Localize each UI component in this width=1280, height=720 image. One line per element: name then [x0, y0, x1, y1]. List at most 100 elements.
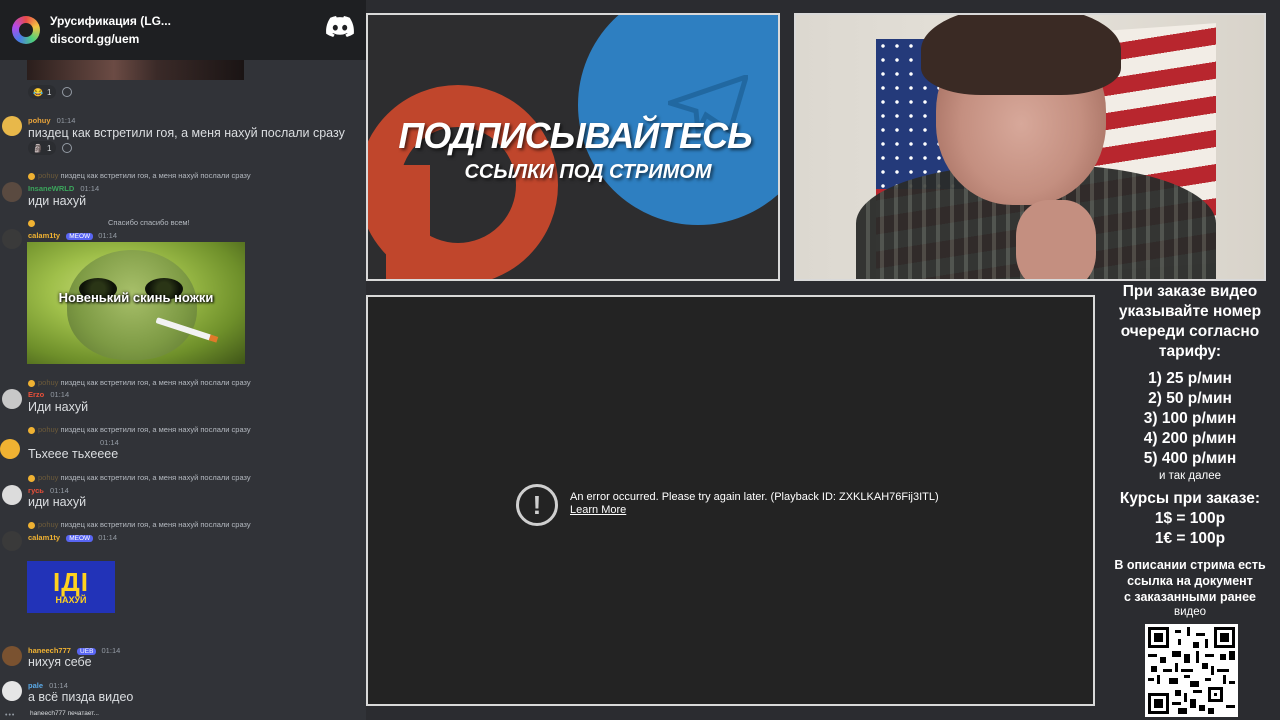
server-invite-link[interactable]: discord.gg/uem — [50, 32, 171, 46]
error-icon: ! — [516, 484, 558, 526]
stream-layout: Урусификация (LG... discord.gg/uem 😂 1 p… — [0, 0, 1280, 720]
timestamp: 01:14 — [56, 116, 76, 125]
timestamp: 01:14 — [98, 533, 118, 542]
timestamp: 01:14 — [50, 390, 70, 399]
message-meta: Erzo 01:14 — [28, 390, 69, 399]
reaction-emoji: 🗿 — [33, 143, 43, 153]
username[interactable]: pale — [28, 681, 43, 690]
idi-nahuy-sticker[interactable]: ІДІ НАХУЙ — [27, 561, 115, 613]
course-line: 1$ = 100р — [1154, 510, 1226, 527]
timestamp: 01:14 — [98, 231, 118, 240]
user-tag: UEB — [77, 648, 97, 655]
message-text: Иди нахуй — [28, 400, 89, 414]
typing-indicator: haneech777 печатает... — [30, 710, 99, 717]
avatar[interactable] — [2, 389, 22, 409]
message-meta: calam1ty MEOW 01:14 — [28, 231, 117, 240]
avatar[interactable] — [2, 485, 22, 505]
reply-text: пиздец как встретили гоя, а меня нахуй п… — [60, 171, 251, 180]
reply-preview[interactable]: Спасибо спасибо всем! — [28, 218, 190, 227]
message-meta: calam1ty MEOW 01:14 — [28, 533, 117, 542]
message-meta: pale 01:14 — [28, 681, 68, 690]
note-line: с заказанными ранее — [1123, 590, 1256, 604]
rate-line: 4) 200 р/мин — [1143, 430, 1237, 447]
avatar[interactable] — [2, 182, 22, 202]
username[interactable]: haneech777 — [28, 646, 71, 655]
alien-gif-attachment[interactable]: Новенький скинь ножки — [27, 242, 245, 364]
message-text: Тьхеее тьхееее — [28, 447, 119, 461]
user-tag: MEOW — [66, 233, 94, 240]
reaction-chip[interactable]: 🗿 1 — [28, 141, 57, 155]
avatar[interactable] — [2, 646, 22, 666]
reply-preview[interactable]: pohuy пиздец как встретили гоя, а меня н… — [28, 473, 251, 482]
reply-text: пиздец как встретили гоя, а меня нахуй п… — [60, 520, 251, 529]
username[interactable]: calam1ty — [28, 533, 60, 542]
reply-user: pohuy — [38, 425, 59, 434]
avatar[interactable] — [2, 116, 22, 136]
reply-user: pohuy — [38, 520, 59, 529]
timestamp: 01:14 — [101, 646, 121, 655]
error-message: An error occurred. Please try again late… — [570, 491, 939, 503]
timestamp: 01:14 — [49, 486, 69, 495]
discord-logo-icon — [326, 16, 354, 37]
pricing-heading-line: указывайте номер — [1118, 303, 1262, 320]
reply-preview[interactable]: pohuy пиздец как встретили гоя, а меня н… — [28, 171, 251, 180]
reaction-chip[interactable]: 😂 1 — [28, 85, 57, 99]
reply-preview[interactable]: pohuy пиздец как встретили гоя, а меня н… — [28, 378, 251, 387]
subscribe-promo-banner: ПОДПИСЫВАЙТЕСЬ ССЫЛКИ ПОД СТРИМОМ — [366, 13, 780, 281]
message-text: пиздец как встретили гоя, а меня нахуй п… — [28, 126, 345, 140]
message-meta: InsaneWRLD 01:14 — [28, 184, 99, 193]
reaction-count: 1 — [46, 143, 52, 153]
reply-preview[interactable]: pohuy пиздец как встретили гоя, а меня н… — [28, 425, 251, 434]
user-tag: MEOW — [66, 535, 94, 542]
reply-text: пиздец как встретили гоя, а меня нахуй п… — [60, 425, 251, 434]
sticker-small-text: НАХУЙ — [55, 595, 87, 605]
note-line: видео — [1173, 606, 1207, 618]
reply-text: пиздец как встретили гоя, а меня нахуй п… — [60, 473, 251, 482]
learn-more-link[interactable]: Learn More — [570, 504, 626, 516]
rate-line: 2) 50 р/мин — [1148, 390, 1232, 407]
timestamp: 01:14 — [49, 681, 68, 690]
patreon-bar-shape — [386, 165, 430, 279]
message-meta: гусь 01:14 — [28, 486, 69, 495]
message-meta: haneech777 UEB 01:14 — [28, 646, 120, 655]
discord-chat-overlay: Урусификация (LG... discord.gg/uem 😂 1 p… — [0, 0, 366, 720]
chat-image-attachment[interactable] — [27, 60, 244, 80]
timestamp: 01:14 — [100, 438, 119, 447]
video-player[interactable]: ! An error occurred. Please try again la… — [366, 295, 1095, 706]
pricing-heading-line: очереди согласно — [1120, 323, 1260, 340]
reply-text: Спасибо спасибо всем! — [108, 218, 190, 227]
message-text: а всё пизда видео — [28, 690, 134, 704]
username[interactable]: InsaneWRLD — [28, 184, 74, 193]
discord-widget-header[interactable]: Урусификация (LG... discord.gg/uem — [0, 0, 366, 60]
username[interactable]: Erzo — [28, 390, 44, 399]
pricing-panel: При заказе видео указывайте номер очеред… — [1100, 282, 1280, 720]
pricing-heading-line: тарифу: — [1158, 343, 1222, 360]
add-reaction-icon[interactable] — [62, 143, 72, 153]
reply-user: pohuy — [38, 378, 59, 387]
username[interactable]: calam1ty — [28, 231, 60, 240]
username[interactable]: гусь — [28, 486, 44, 495]
reaction-emoji: 😂 — [33, 87, 43, 97]
pricing-heading-line: При заказе видео — [1122, 283, 1258, 300]
message-text: иди нахуй — [28, 194, 87, 208]
message-meta: 01:14 — [100, 438, 119, 447]
gif-caption: Новенький скинь ножки — [58, 290, 214, 305]
server-name: Урусификация (LG... — [50, 14, 171, 28]
avatar[interactable] — [0, 439, 20, 459]
sticker-big-text: ІДІ — [53, 567, 89, 597]
add-reaction-icon[interactable] — [62, 87, 72, 97]
promo-subtitle: ССЫЛКИ ПОД СТРИМОМ — [464, 161, 712, 183]
streamer-hand — [1016, 200, 1096, 279]
qr-code-icon[interactable] — [1145, 624, 1238, 717]
reply-preview[interactable]: pohuy пиздец как встретили гоя, а меня н… — [28, 520, 251, 529]
message-text: нихуя себе — [28, 655, 92, 669]
streamer-hair — [921, 15, 1121, 95]
courses-title: Курсы при заказе: — [1119, 490, 1261, 507]
reply-user: pohuy — [38, 171, 59, 180]
avatar[interactable] — [2, 229, 22, 249]
avatar[interactable] — [2, 531, 22, 551]
avatar[interactable] — [2, 681, 22, 701]
alien-face-image — [67, 250, 197, 360]
username[interactable]: pohuy — [28, 116, 51, 125]
reaction-count: 1 — [46, 87, 52, 97]
